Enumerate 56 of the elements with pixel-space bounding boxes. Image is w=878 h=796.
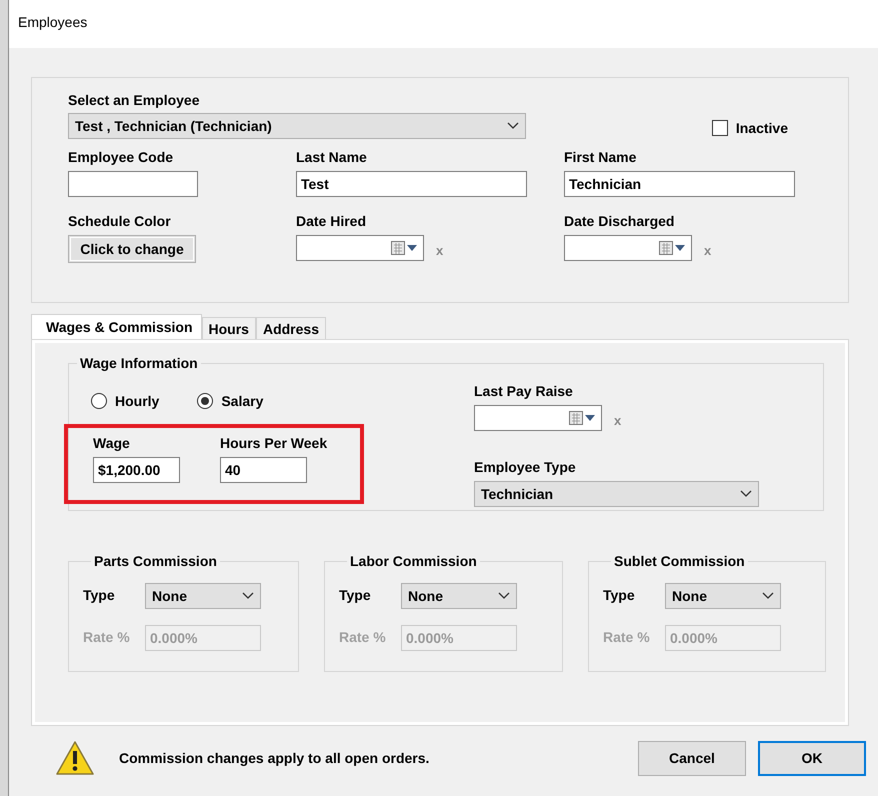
text-field[interactable]: Test	[296, 171, 527, 197]
schedule-color-button[interactable]: Click to change	[68, 235, 196, 263]
chevron-down-icon	[507, 122, 519, 130]
tab[interactable]: Wages & Commission	[31, 314, 202, 339]
field-label: Date Discharged	[564, 213, 676, 231]
field-label: First Name	[564, 149, 638, 167]
field-label: Date Hired	[296, 213, 368, 231]
tab[interactable]: Hours	[202, 317, 256, 339]
warning-icon	[55, 740, 95, 776]
field-label: Rate %	[603, 629, 651, 647]
calendar-icon	[391, 240, 406, 256]
chevron-down-icon	[762, 592, 774, 600]
field-label: Rate %	[83, 629, 131, 647]
field-label: Schedule Color	[68, 213, 172, 231]
group-title: Labor Commission	[349, 553, 478, 569]
calendar-icon	[659, 240, 674, 256]
field-label: Last Pay Raise	[474, 383, 574, 401]
dropdown-arrow-icon	[407, 245, 417, 251]
group-title: Sublet Commission	[613, 553, 746, 569]
wage-field[interactable]: $1,200.00	[93, 457, 180, 483]
radio-button[interactable]	[197, 393, 214, 409]
text-field[interactable]: Technician	[564, 171, 795, 197]
hours-field[interactable]: 40	[220, 457, 307, 483]
dropdown-arrow-icon	[675, 245, 685, 251]
window-title: Employees	[18, 14, 88, 30]
checkbox-label: Inactive	[736, 120, 788, 136]
warning-message: Commission changes apply to all open orders.	[119, 750, 430, 766]
group-title: Parts Commission	[93, 553, 218, 569]
field-label: Type	[603, 587, 636, 605]
field-label: Employee Type	[474, 459, 577, 477]
employee-type-dropdown[interactable]: Technician	[474, 481, 759, 507]
field-label: Hours Per Week	[220, 435, 328, 453]
chevron-down-icon	[498, 592, 510, 600]
field-label: Type	[339, 587, 372, 605]
chevron-down-icon	[740, 490, 752, 498]
tab[interactable]: Address	[256, 317, 326, 339]
field-label: Select an Employee	[68, 92, 201, 110]
date-picker[interactable]	[564, 235, 692, 261]
radio-label: Salary	[221, 393, 264, 409]
dialog-button[interactable]: OK	[758, 740, 866, 776]
field-label: Rate %	[339, 629, 387, 647]
dialog-button[interactable]: Cancel	[638, 740, 746, 776]
calendar-icon	[569, 410, 584, 426]
group-title: Wage Information	[79, 355, 199, 371]
radio-label: Hourly	[115, 393, 160, 409]
chevron-down-icon	[242, 592, 254, 600]
dropdown-arrow-icon	[585, 415, 595, 421]
text-field[interactable]	[68, 171, 198, 197]
field-label: Last Name	[296, 149, 368, 167]
employee-dropdown[interactable]: Test , Technician (Technician)	[68, 113, 526, 139]
field-label: Employee Code	[68, 149, 174, 167]
date-picker[interactable]	[474, 405, 602, 431]
field-label: Wage	[93, 435, 131, 453]
date-picker[interactable]	[296, 235, 424, 261]
field-label: Type	[83, 587, 116, 605]
radio-button[interactable]	[91, 393, 107, 409]
